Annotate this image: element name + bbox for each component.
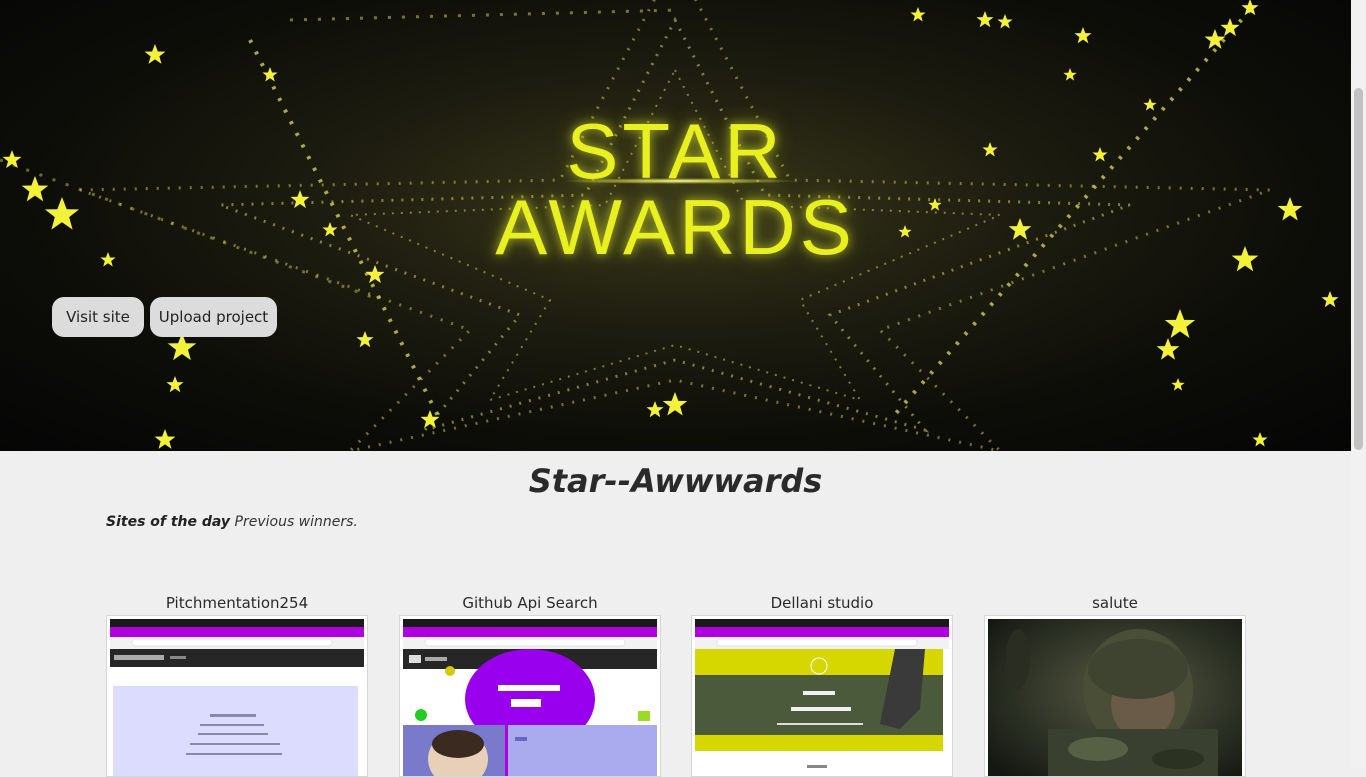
scrollbar-thumb[interactable]: [1354, 88, 1363, 450]
previous-winners-label: Previous winners.: [234, 514, 358, 530]
project-title[interactable]: Dellani studio: [691, 593, 953, 613]
sites-of-the-day-label: Sites of the day: [106, 514, 231, 530]
upload-project-button[interactable]: Upload project: [150, 297, 277, 337]
project-thumbnail[interactable]: [984, 615, 1246, 777]
project-thumbnail[interactable]: [691, 615, 953, 777]
project-card[interactable]: salute: [984, 593, 1246, 777]
project-screenshot: [988, 619, 1242, 776]
hero-title-awards: AWARDS: [495, 183, 856, 271]
project-screenshot: [695, 619, 949, 776]
visit-site-button[interactable]: Visit site: [52, 297, 144, 337]
project-screenshot: [110, 619, 364, 776]
project-screenshot: [403, 619, 657, 776]
hero-banner: STAR AWARDS Visit site Upload project: [0, 0, 1351, 451]
project-thumbnail[interactable]: [399, 615, 661, 777]
project-card[interactable]: Pitchmentation254: [106, 593, 368, 777]
page-title: Star--Awwwards: [528, 462, 823, 500]
page-scrollbar[interactable]: [1351, 0, 1366, 768]
project-card[interactable]: Dellani studio: [691, 593, 953, 777]
project-title[interactable]: salute: [984, 593, 1246, 613]
project-title[interactable]: Pitchmentation254: [106, 593, 368, 613]
project-title[interactable]: Github Api Search: [399, 593, 661, 613]
project-card[interactable]: Github Api Search: [399, 593, 661, 777]
project-thumbnail[interactable]: [106, 615, 368, 777]
sites-of-the-day-heading: Sites of the day Previous winners.: [106, 514, 358, 530]
